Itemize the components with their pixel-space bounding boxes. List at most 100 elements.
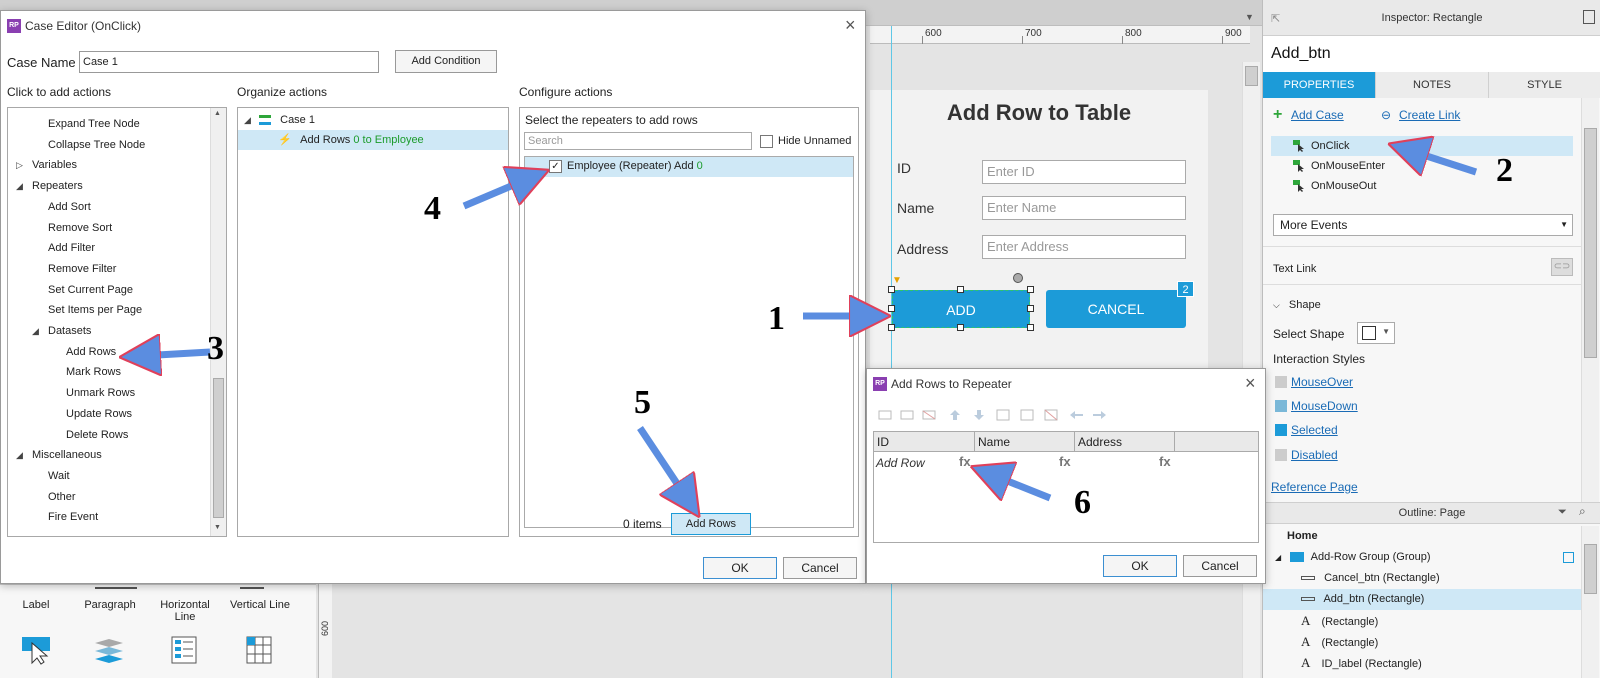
action-tree-item[interactable]: Expand Tree Node xyxy=(48,114,140,134)
action-tree-item[interactable]: Delete Rows xyxy=(66,425,128,445)
table-icon[interactable] xyxy=(168,635,200,665)
pin-icon[interactable]: ⇱ xyxy=(1271,12,1280,25)
insert-column-left-icon[interactable] xyxy=(995,409,1011,421)
ok-button[interactable]: OK xyxy=(703,557,777,579)
column-header-name[interactable]: Name xyxy=(978,435,1010,449)
hotspot-icon[interactable] xyxy=(20,635,52,665)
action-tree-item[interactable]: Fire Event xyxy=(48,507,98,527)
mouseover-link[interactable]: MouseOver xyxy=(1291,375,1353,389)
action-tree-item[interactable]: ◢ Datasets xyxy=(32,321,91,341)
mousedown-link[interactable]: MouseDown xyxy=(1291,399,1358,413)
action-tree-item[interactable]: Set Items per Page xyxy=(48,300,142,320)
id-input[interactable]: Enter ID xyxy=(982,160,1186,184)
action-tree-item[interactable]: Set Current Page xyxy=(48,280,133,300)
insert-row-above-icon[interactable] xyxy=(877,409,893,421)
chevron-down-icon[interactable]: ▼ xyxy=(1245,12,1254,22)
plus-icon[interactable]: + xyxy=(1273,106,1282,124)
outline-row-id-label[interactable]: A ID_label (Rectangle) xyxy=(1263,652,1581,673)
inspector-scrollbar[interactable] xyxy=(1581,98,1599,502)
page-icon[interactable] xyxy=(1583,10,1595,24)
tab-properties[interactable]: PROPERTIES xyxy=(1263,72,1376,98)
visibility-icon[interactable] xyxy=(1563,552,1574,563)
more-events-dropdown[interactable]: More Events ▼ xyxy=(1273,214,1573,236)
cancel-button[interactable]: Cancel xyxy=(783,557,857,579)
move-down-icon[interactable] xyxy=(971,409,987,421)
insert-row-below-icon[interactable] xyxy=(899,409,915,421)
widget-vertical-line-item[interactable]: Vertical Line xyxy=(225,599,295,611)
tab-style[interactable]: STYLE xyxy=(1489,72,1600,98)
grid-icon[interactable] xyxy=(243,635,275,665)
event-onmouseout[interactable]: OnMouseOut xyxy=(1271,176,1573,196)
column-header-address[interactable]: Address xyxy=(1078,435,1122,449)
cancel-design-button[interactable]: CANCEL xyxy=(1046,290,1186,328)
reference-page-link[interactable]: Reference Page xyxy=(1271,480,1358,494)
action-tree-item[interactable]: Remove Filter xyxy=(48,259,116,279)
collapse-triangle-icon[interactable]: ◢ xyxy=(16,176,26,196)
action-tree-item[interactable]: Update Rows xyxy=(66,404,132,424)
repeater-search-input[interactable]: Search xyxy=(524,132,752,150)
action-tree-item[interactable]: Remove Sort xyxy=(48,218,112,238)
outline-scrollbar[interactable] xyxy=(1581,526,1599,678)
disabled-link[interactable]: Disabled xyxy=(1291,448,1338,462)
outline-row-rectangle[interactable]: A (Rectangle) xyxy=(1263,631,1581,652)
filter-icon[interactable]: ⏷ xyxy=(1558,506,1567,519)
add-rows-button[interactable]: Add Rows xyxy=(671,513,751,535)
repeater-row-employee[interactable]: ✓ Employee (Repeater) Add 0 xyxy=(525,157,853,177)
repeater-checkbox[interactable]: ✓ xyxy=(549,160,562,173)
create-link-link[interactable]: Create Link xyxy=(1399,108,1460,122)
add-row-cell[interactable]: Add Row xyxy=(876,456,925,470)
widget-label-item[interactable]: Label xyxy=(1,599,71,611)
tab-notes[interactable]: NOTES xyxy=(1376,72,1489,98)
delete-row-icon[interactable] xyxy=(921,409,937,421)
column-header-id[interactable]: ID xyxy=(877,435,889,449)
delete-column-icon[interactable] xyxy=(1043,409,1059,421)
add-rows-cancel-button[interactable]: Cancel xyxy=(1183,555,1257,577)
move-left-icon[interactable] xyxy=(1069,409,1085,421)
chain-link-icon[interactable]: ⊂⊃ xyxy=(1551,258,1573,276)
move-right-icon[interactable] xyxy=(1091,409,1107,421)
action-tree-item[interactable]: Other xyxy=(48,487,76,507)
close-icon[interactable]: × xyxy=(1245,373,1256,393)
scroll-down-icon[interactable]: ▼ xyxy=(214,524,221,531)
add-case-link[interactable]: Add Case xyxy=(1291,108,1344,122)
rotate-handle[interactable] xyxy=(1013,273,1023,283)
collapse-triangle-icon[interactable]: ◢ xyxy=(16,445,26,465)
shape-section-header[interactable]: ⌵ Shape xyxy=(1273,299,1321,311)
action-tree-item[interactable]: Mark Rows xyxy=(66,362,121,382)
action-tree-item[interactable]: Unmark Rows xyxy=(66,383,135,403)
outline-row-rectangle[interactable]: A (Rectangle) xyxy=(1263,610,1581,631)
search-icon[interactable]: ⌕ xyxy=(1579,504,1586,519)
fx-id-button[interactable]: fx xyxy=(959,454,971,469)
event-onmouseenter[interactable]: OnMouseEnter xyxy=(1271,156,1573,176)
widget-horizontal-line-item[interactable]: Horizontal Line xyxy=(150,599,220,623)
expand-triangle-icon[interactable]: ▷ xyxy=(16,155,26,175)
address-input[interactable]: Enter Address xyxy=(982,235,1186,259)
insert-column-right-icon[interactable] xyxy=(1019,409,1035,421)
fx-name-button[interactable]: fx xyxy=(1059,454,1071,469)
event-onclick[interactable]: OnClick xyxy=(1271,136,1573,156)
hide-unnamed-checkbox[interactable] xyxy=(760,135,773,148)
widget-name-field[interactable]: Add_btn xyxy=(1263,36,1600,72)
actions-tree-scrollbar[interactable]: ▲ ▼ xyxy=(210,108,226,536)
action-tree-item[interactable]: Wait xyxy=(48,466,70,486)
fx-address-button[interactable]: fx xyxy=(1159,454,1171,469)
action-add-rows[interactable]: ⚡ Add Rows 0 to Employee xyxy=(238,130,508,150)
shape-picker[interactable]: ▼ xyxy=(1357,322,1395,344)
action-tree-item[interactable]: Add Sort xyxy=(48,197,91,217)
outline-row-cancel-btn[interactable]: Cancel_btn (Rectangle) xyxy=(1263,568,1581,589)
outline-row-home[interactable]: Home xyxy=(1263,526,1581,547)
action-tree-item[interactable]: Add Filter xyxy=(48,238,95,258)
add-rows-ok-button[interactable]: OK xyxy=(1103,555,1177,577)
close-icon[interactable]: × xyxy=(845,15,856,35)
action-tree-item[interactable]: Add Rows xyxy=(66,342,116,362)
add-button[interactable]: ADD xyxy=(892,290,1030,328)
case-name-input[interactable]: Case 1 xyxy=(79,51,379,73)
collapse-triangle-icon[interactable]: ◢ xyxy=(32,321,42,341)
widget-paragraph-item[interactable]: Paragraph xyxy=(75,599,145,611)
layers-icon[interactable] xyxy=(93,635,125,665)
link-icon[interactable]: ⊖ xyxy=(1381,108,1391,122)
outline-row-add-btn[interactable]: Add_btn (Rectangle) xyxy=(1263,589,1581,610)
scroll-up-icon[interactable]: ▲ xyxy=(214,110,221,117)
case-node[interactable]: ◢ Case 1 xyxy=(244,110,315,130)
action-tree-item[interactable]: ▷ Variables xyxy=(16,155,77,175)
